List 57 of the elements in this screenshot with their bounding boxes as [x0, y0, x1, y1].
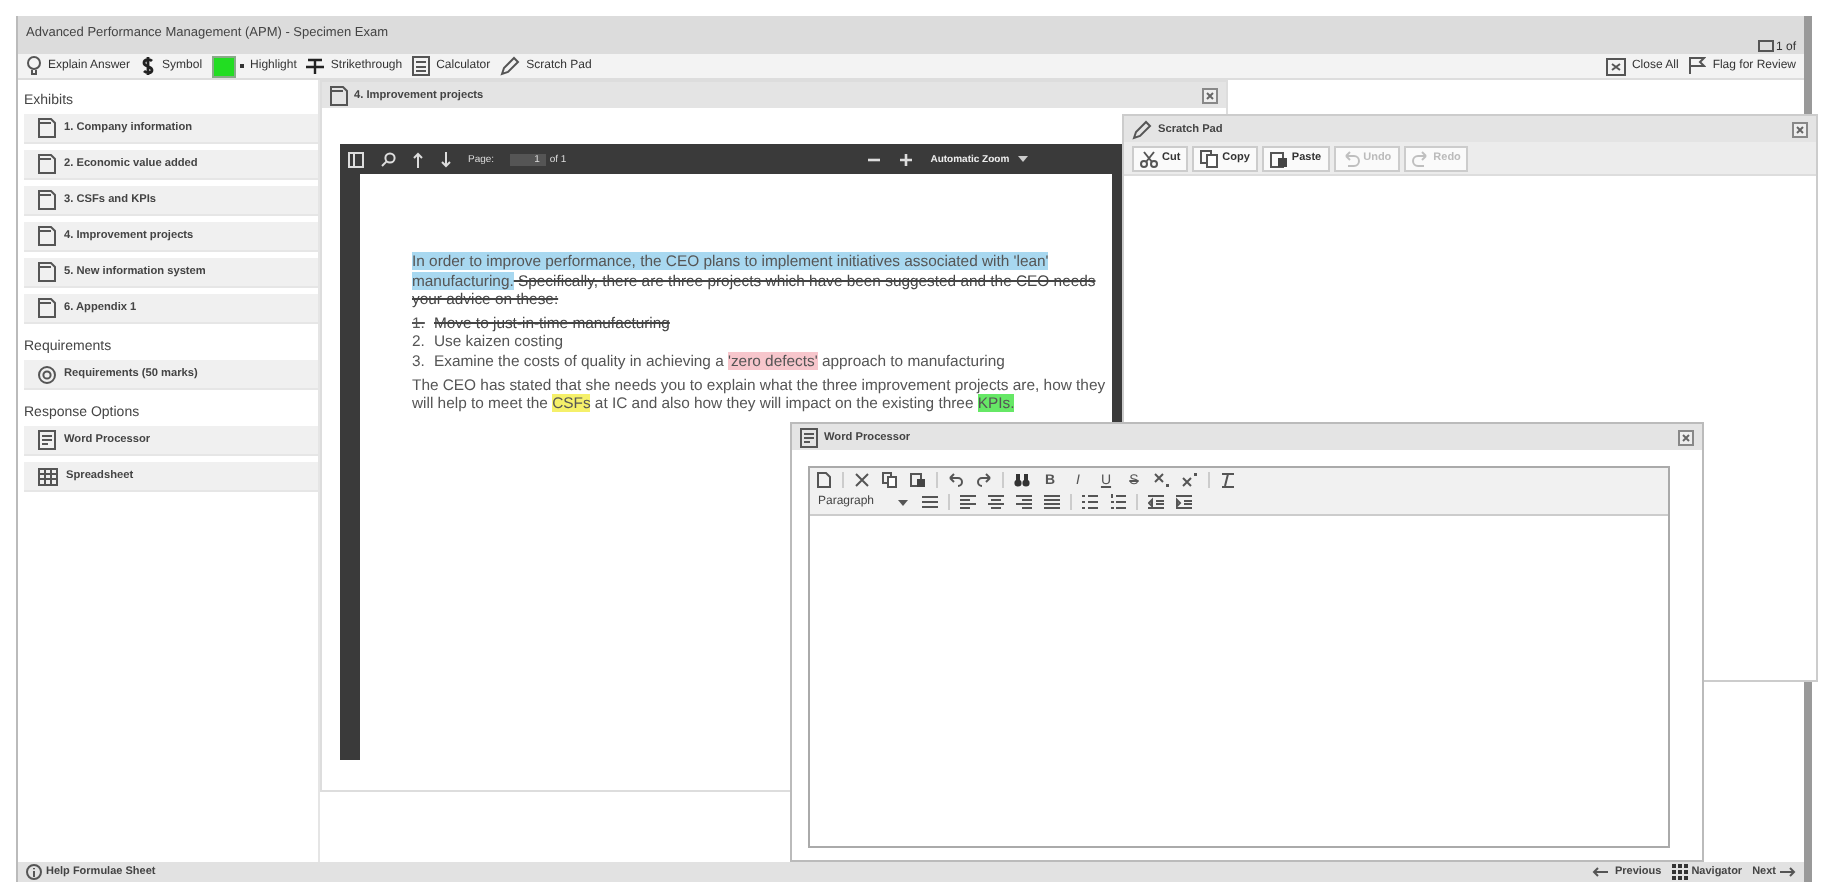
indent-icon[interactable] — [1176, 494, 1193, 510]
close-icon[interactable] — [1678, 429, 1694, 445]
document-icon — [38, 262, 56, 282]
align-center-icon[interactable] — [988, 494, 1005, 510]
document-icon — [38, 118, 56, 138]
bulleted-list-icon[interactable] — [1082, 494, 1099, 510]
dollar-icon — [140, 56, 157, 76]
redo-icon — [1411, 149, 1430, 167]
strikethrough-icon — [306, 56, 325, 76]
copy-icon[interactable] — [882, 472, 898, 488]
caret-icon — [898, 497, 909, 507]
document-icon — [800, 427, 818, 447]
undo-icon — [1341, 149, 1360, 167]
clipboard-icon — [1269, 149, 1288, 167]
document-icon — [38, 226, 56, 246]
sidebar-toggle-icon[interactable] — [348, 151, 364, 167]
target-icon — [38, 365, 56, 383]
pencil-icon — [1132, 119, 1152, 139]
lightbulb-icon — [26, 56, 42, 76]
superscript-icon[interactable] — [1182, 472, 1198, 488]
align-left-icon[interactable] — [960, 494, 977, 510]
document-icon — [38, 298, 56, 318]
right-arrow-icon — [1780, 864, 1796, 880]
left-arrow-icon — [1592, 864, 1611, 880]
redo-icon[interactable] — [976, 472, 992, 488]
close-icon[interactable] — [1202, 87, 1218, 103]
down-arrow-icon[interactable] — [440, 151, 452, 167]
copy-icon — [1200, 149, 1219, 167]
line-spacing-icon[interactable] — [922, 494, 939, 510]
scissors-icon[interactable] — [854, 472, 870, 488]
up-arrow-icon[interactable] — [412, 151, 424, 167]
document-icon — [38, 190, 56, 210]
align-right-icon[interactable] — [1016, 494, 1033, 510]
clipboard-icon[interactable] — [910, 472, 926, 488]
search-icon[interactable] — [380, 151, 396, 167]
document-icon — [38, 430, 56, 450]
justify-icon[interactable] — [1044, 494, 1061, 510]
close-icon[interactable] — [1792, 121, 1808, 137]
highlight-color-swatch[interactable] — [212, 55, 237, 77]
grid-icon — [38, 467, 58, 485]
numbered-list-icon[interactable] — [1110, 494, 1127, 510]
info-icon — [26, 864, 42, 880]
flag-icon — [1688, 56, 1707, 76]
scissors-icon — [1140, 149, 1158, 167]
outdent-icon[interactable] — [1148, 494, 1165, 510]
caret-icon — [1017, 154, 1028, 164]
pencil-icon — [500, 56, 521, 76]
plus-icon[interactable] — [898, 151, 915, 167]
document-icon — [330, 85, 348, 105]
clear-formatting-icon[interactable] — [1220, 472, 1236, 488]
document-icon — [38, 154, 56, 174]
grid-icon — [1671, 864, 1688, 880]
close-all-icon — [1605, 57, 1626, 75]
new-document-icon[interactable] — [816, 472, 832, 488]
subscript-icon[interactable] — [1154, 472, 1170, 488]
undo-icon[interactable] — [948, 472, 964, 488]
binoculars-icon[interactable] — [1014, 472, 1030, 488]
